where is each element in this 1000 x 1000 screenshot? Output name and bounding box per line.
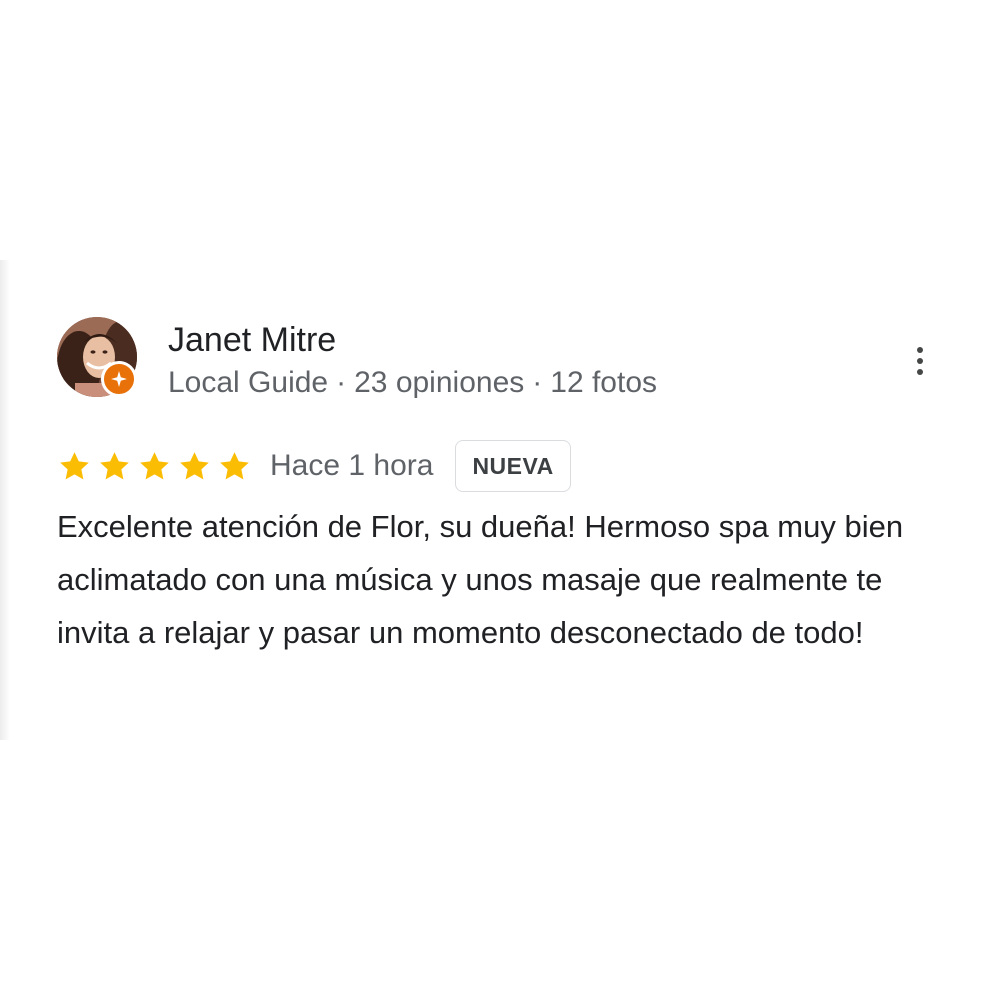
more-dot <box>917 347 923 353</box>
reviewer-meta[interactable]: Local Guide · 23 opiniones · 12 fotos <box>168 364 657 402</box>
star-icon <box>220 451 249 479</box>
star-rating <box>57 449 252 484</box>
review-text: Excelente atención de Flor, su dueña! He… <box>57 509 904 650</box>
star-icon <box>60 451 89 479</box>
more-dot <box>917 369 923 375</box>
review-time: Hace 1 hora <box>270 449 434 482</box>
meta-separator: · <box>336 366 347 399</box>
star-icon <box>140 451 169 479</box>
review-card: Janet Mitre Local Guide · 23 opiniones · 12 … <box>0 260 1000 740</box>
reviewer-role: Local Guide <box>168 366 329 399</box>
reviewer-name[interactable]: Janet Mitre <box>168 320 336 360</box>
new-badge: NUEVA <box>455 440 571 492</box>
card-edge <box>0 260 10 740</box>
star-icon <box>100 451 129 479</box>
reviewer-review-count: 23 opiniones <box>354 366 525 399</box>
more-vert-icon[interactable] <box>900 338 940 384</box>
star-icon <box>180 451 209 479</box>
reviewer-photo-count: 12 fotos <box>550 366 658 399</box>
rating-row: Hace 1 hora NUEVA <box>57 438 571 494</box>
meta-separator: · <box>532 366 543 399</box>
more-dot <box>917 358 923 364</box>
local-guide-star-icon <box>101 361 137 397</box>
